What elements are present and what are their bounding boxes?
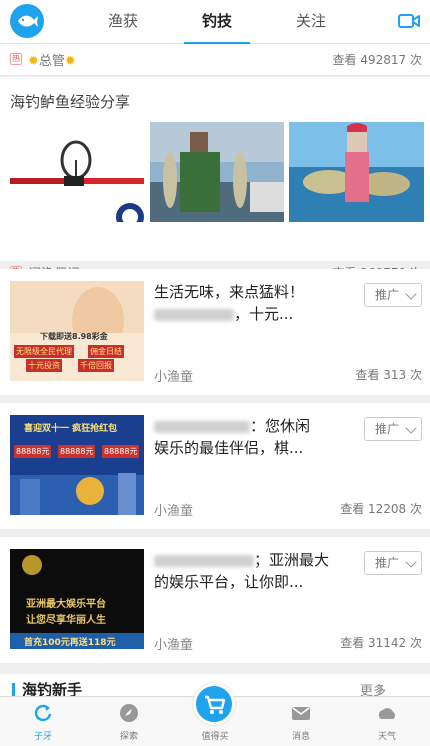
ad-card[interactable]: 亚洲最大娱乐平台 让您尽享华丽人生 首充100元再送118元 ；亚洲最大 的娱乐… — [0, 537, 430, 663]
chevron-down-icon — [405, 288, 417, 300]
ad-image: 亚洲最大娱乐平台 让您尽享华丽人生 首充100元再送118元 — [10, 549, 144, 649]
article-card[interactable]: 海钓鲈鱼经验分享 — [0, 77, 430, 282]
chevron-down-icon — [405, 556, 417, 568]
nav-messages[interactable]: 消息 — [258, 697, 344, 746]
ad-title: 生活无味，来点猛料！ ，十元... — [154, 283, 305, 323]
nav-explore[interactable]: 探索 — [86, 697, 172, 746]
author-name: 小渔童 — [154, 370, 194, 385]
author-name: 小渔童 — [154, 504, 194, 519]
promo-dropdown[interactable]: 推广 — [364, 551, 422, 575]
refresh-icon — [34, 704, 52, 722]
cart-icon[interactable] — [193, 683, 235, 725]
tab-skills[interactable]: 钓技 — [182, 0, 252, 44]
nav-weather[interactable]: 天气 — [344, 697, 430, 746]
angler-photo — [289, 122, 424, 222]
author-name: 小渔童 — [154, 638, 194, 653]
section-title: 海钓新手 — [22, 681, 83, 696]
crown-icon: ✹ — [28, 54, 39, 69]
top-bar: 渔获 钓技 关注 — [0, 0, 430, 44]
ad-image: 下载即送8.98彩金 无限级全民代理 佣金日结 十元投资 千倍回报 — [10, 281, 144, 381]
tab-catch[interactable]: 渔获 — [88, 0, 158, 44]
section-accent-bar — [12, 683, 15, 696]
nav-home[interactable]: 子牙 — [0, 697, 86, 746]
article-title: 海钓鲈鱼经验分享 — [10, 93, 131, 111]
fishing-rod-image — [10, 122, 144, 222]
promo-dropdown[interactable]: 推广 — [364, 417, 422, 441]
chevron-down-icon — [405, 422, 417, 434]
ad-title: ：您休闲 娱乐的最佳伴侣，棋... — [154, 417, 311, 457]
view-count: 查看 492817 次 — [332, 53, 422, 67]
angler-photo — [150, 122, 284, 222]
compass-icon — [120, 704, 138, 722]
weather-icon — [378, 708, 396, 719]
ad-image: 喜迎双十一 疯狂抢红包 88888元 88888元 88888元 — [10, 415, 144, 515]
bottom-nav: 子牙 探索 值得买 消息 天气 — [0, 683, 430, 746]
video-camera-icon[interactable] — [398, 12, 420, 30]
fish-logo-icon[interactable] — [10, 4, 44, 38]
mail-icon — [292, 707, 310, 720]
view-count: 查看 313 次 — [355, 368, 422, 382]
ad-card[interactable]: 喜迎双十一 疯狂抢红包 88888元 88888元 88888元 ：您休闲 娱乐… — [0, 403, 430, 529]
feed-list[interactable]: 热 ✹总管✹ 查看 492817 次 海钓鲈鱼经验分享 下载即送8.98彩金 无… — [0, 44, 430, 696]
list-item[interactable]: 热 ✹总管✹ 查看 492817 次 — [0, 44, 430, 76]
hot-badge: 热 — [10, 53, 22, 65]
promo-dropdown[interactable]: 推广 — [364, 283, 422, 307]
nav-deals[interactable]: 值得买 — [172, 683, 258, 746]
ad-title: ；亚洲最大 的娱乐平台，让你即... — [154, 551, 330, 591]
view-count: 查看 31142 次 — [340, 636, 422, 650]
view-count: 查看 12208 次 — [340, 502, 422, 516]
tab-follow[interactable]: 关注 — [276, 0, 346, 44]
ad-card[interactable]: 下载即送8.98彩金 无限级全民代理 佣金日结 十元投资 千倍回报 生活无味，来… — [0, 269, 430, 395]
author-name: ✹总管✹ — [28, 54, 76, 69]
crown-icon: ✹ — [64, 54, 76, 69]
